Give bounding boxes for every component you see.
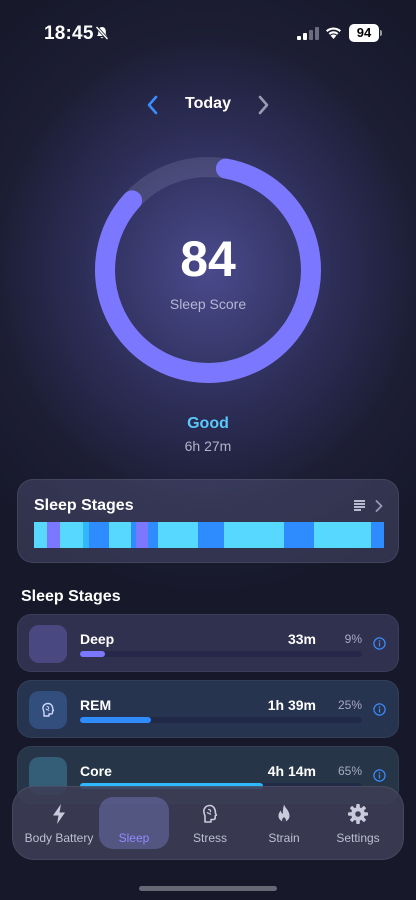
stage-row-rem[interactable]: REM 1h 39m 25% — [17, 680, 399, 738]
hypnogram-segment — [198, 522, 224, 548]
hypnogram-segment — [89, 522, 109, 548]
stage-duration: 4h 14m — [267, 763, 316, 779]
tab-label: Body Battery — [24, 831, 94, 845]
hypnogram-segment — [60, 522, 83, 548]
moon-icon — [42, 769, 52, 783]
hypnogram-segment — [83, 522, 89, 548]
tab-sleep[interactable]: Sleep — [99, 797, 169, 849]
tab-body-battery[interactable]: Body Battery — [19, 797, 99, 849]
hypnogram-segment — [371, 522, 384, 548]
battery-indicator: 94 — [349, 24, 379, 42]
gear-icon — [348, 804, 368, 824]
hypnogram-segment — [47, 522, 60, 548]
status-bar: 18:45 94 — [0, 0, 416, 66]
wifi-icon — [326, 27, 341, 39]
tab-label: Stress — [192, 831, 227, 845]
hypnogram-segment — [131, 522, 136, 548]
tab-label: Sleep — [118, 831, 150, 845]
tab-strain[interactable]: Strain — [249, 797, 319, 849]
battery-tip — [380, 30, 382, 36]
hypnogram-segment — [109, 522, 131, 548]
info-icon[interactable] — [373, 637, 386, 650]
stage-name: Core — [80, 763, 112, 779]
cellular-signal-icon — [297, 27, 319, 40]
stage-row-deep[interactable]: Deep 33m 9% — [17, 614, 399, 672]
stage-percent: 9% — [344, 632, 362, 646]
chevron-right-icon — [375, 500, 383, 512]
brain-head-icon — [203, 804, 218, 823]
sleep-total-duration: 6h 27m — [184, 438, 232, 454]
tab-settings[interactable]: Settings — [323, 797, 393, 849]
tab-stress[interactable]: Stress — [175, 797, 245, 849]
hypnogram-segment — [314, 522, 371, 548]
home-indicator — [139, 886, 277, 891]
hypnogram-segment — [224, 522, 284, 548]
status-time: 18:45 — [44, 23, 94, 44]
sleep-score-label: Sleep Score — [169, 296, 247, 312]
list-icon — [354, 500, 365, 511]
info-icon[interactable] — [373, 703, 386, 716]
sleep-stages-card[interactable]: Sleep Stages — [17, 479, 399, 563]
hypnogram-segment — [136, 522, 148, 548]
hypnogram-segment — [34, 522, 47, 548]
bolt-icon — [53, 804, 65, 824]
stage-percent: 65% — [337, 764, 362, 778]
moon-icon — [42, 637, 52, 651]
stage-percent: 25% — [337, 698, 362, 712]
hypnogram-segment — [158, 522, 198, 548]
info-icon[interactable] — [373, 769, 386, 782]
stage-progress-track — [80, 651, 362, 657]
tab-label: Settings — [336, 831, 380, 845]
sleep-score-value: 84 — [180, 231, 236, 287]
sleep-stages-card-title: Sleep Stages — [34, 497, 134, 514]
stage-duration: 1h 39m — [267, 697, 316, 713]
stage-name: Deep — [80, 631, 115, 647]
sleep-rating: Good — [187, 415, 229, 432]
date-navigation: Today — [0, 88, 416, 122]
moon-icon — [126, 806, 138, 822]
hypnogram-segment — [284, 522, 314, 548]
date-title: Today — [185, 95, 231, 112]
flame-icon — [278, 804, 290, 823]
sleep-hypnogram — [34, 522, 384, 548]
stage-name: REM — [80, 697, 112, 713]
stage-progress-track — [80, 717, 362, 723]
stage-progress-fill — [80, 651, 106, 657]
tab-bar: Body Battery Sleep Stress Strain Setting… — [12, 786, 404, 860]
hypnogram-segment — [148, 522, 158, 548]
chevron-right-icon[interactable] — [252, 94, 274, 116]
stage-progress-fill — [80, 717, 151, 723]
rem-icon-box — [29, 691, 67, 729]
brain-icon — [42, 702, 55, 717]
stage-duration: 33m — [287, 631, 316, 647]
deep-icon-box — [29, 625, 67, 663]
bell-muted-icon — [95, 25, 109, 41]
tab-label: Strain — [268, 831, 300, 845]
sleep-stages-section-title: Sleep Stages — [21, 588, 121, 605]
